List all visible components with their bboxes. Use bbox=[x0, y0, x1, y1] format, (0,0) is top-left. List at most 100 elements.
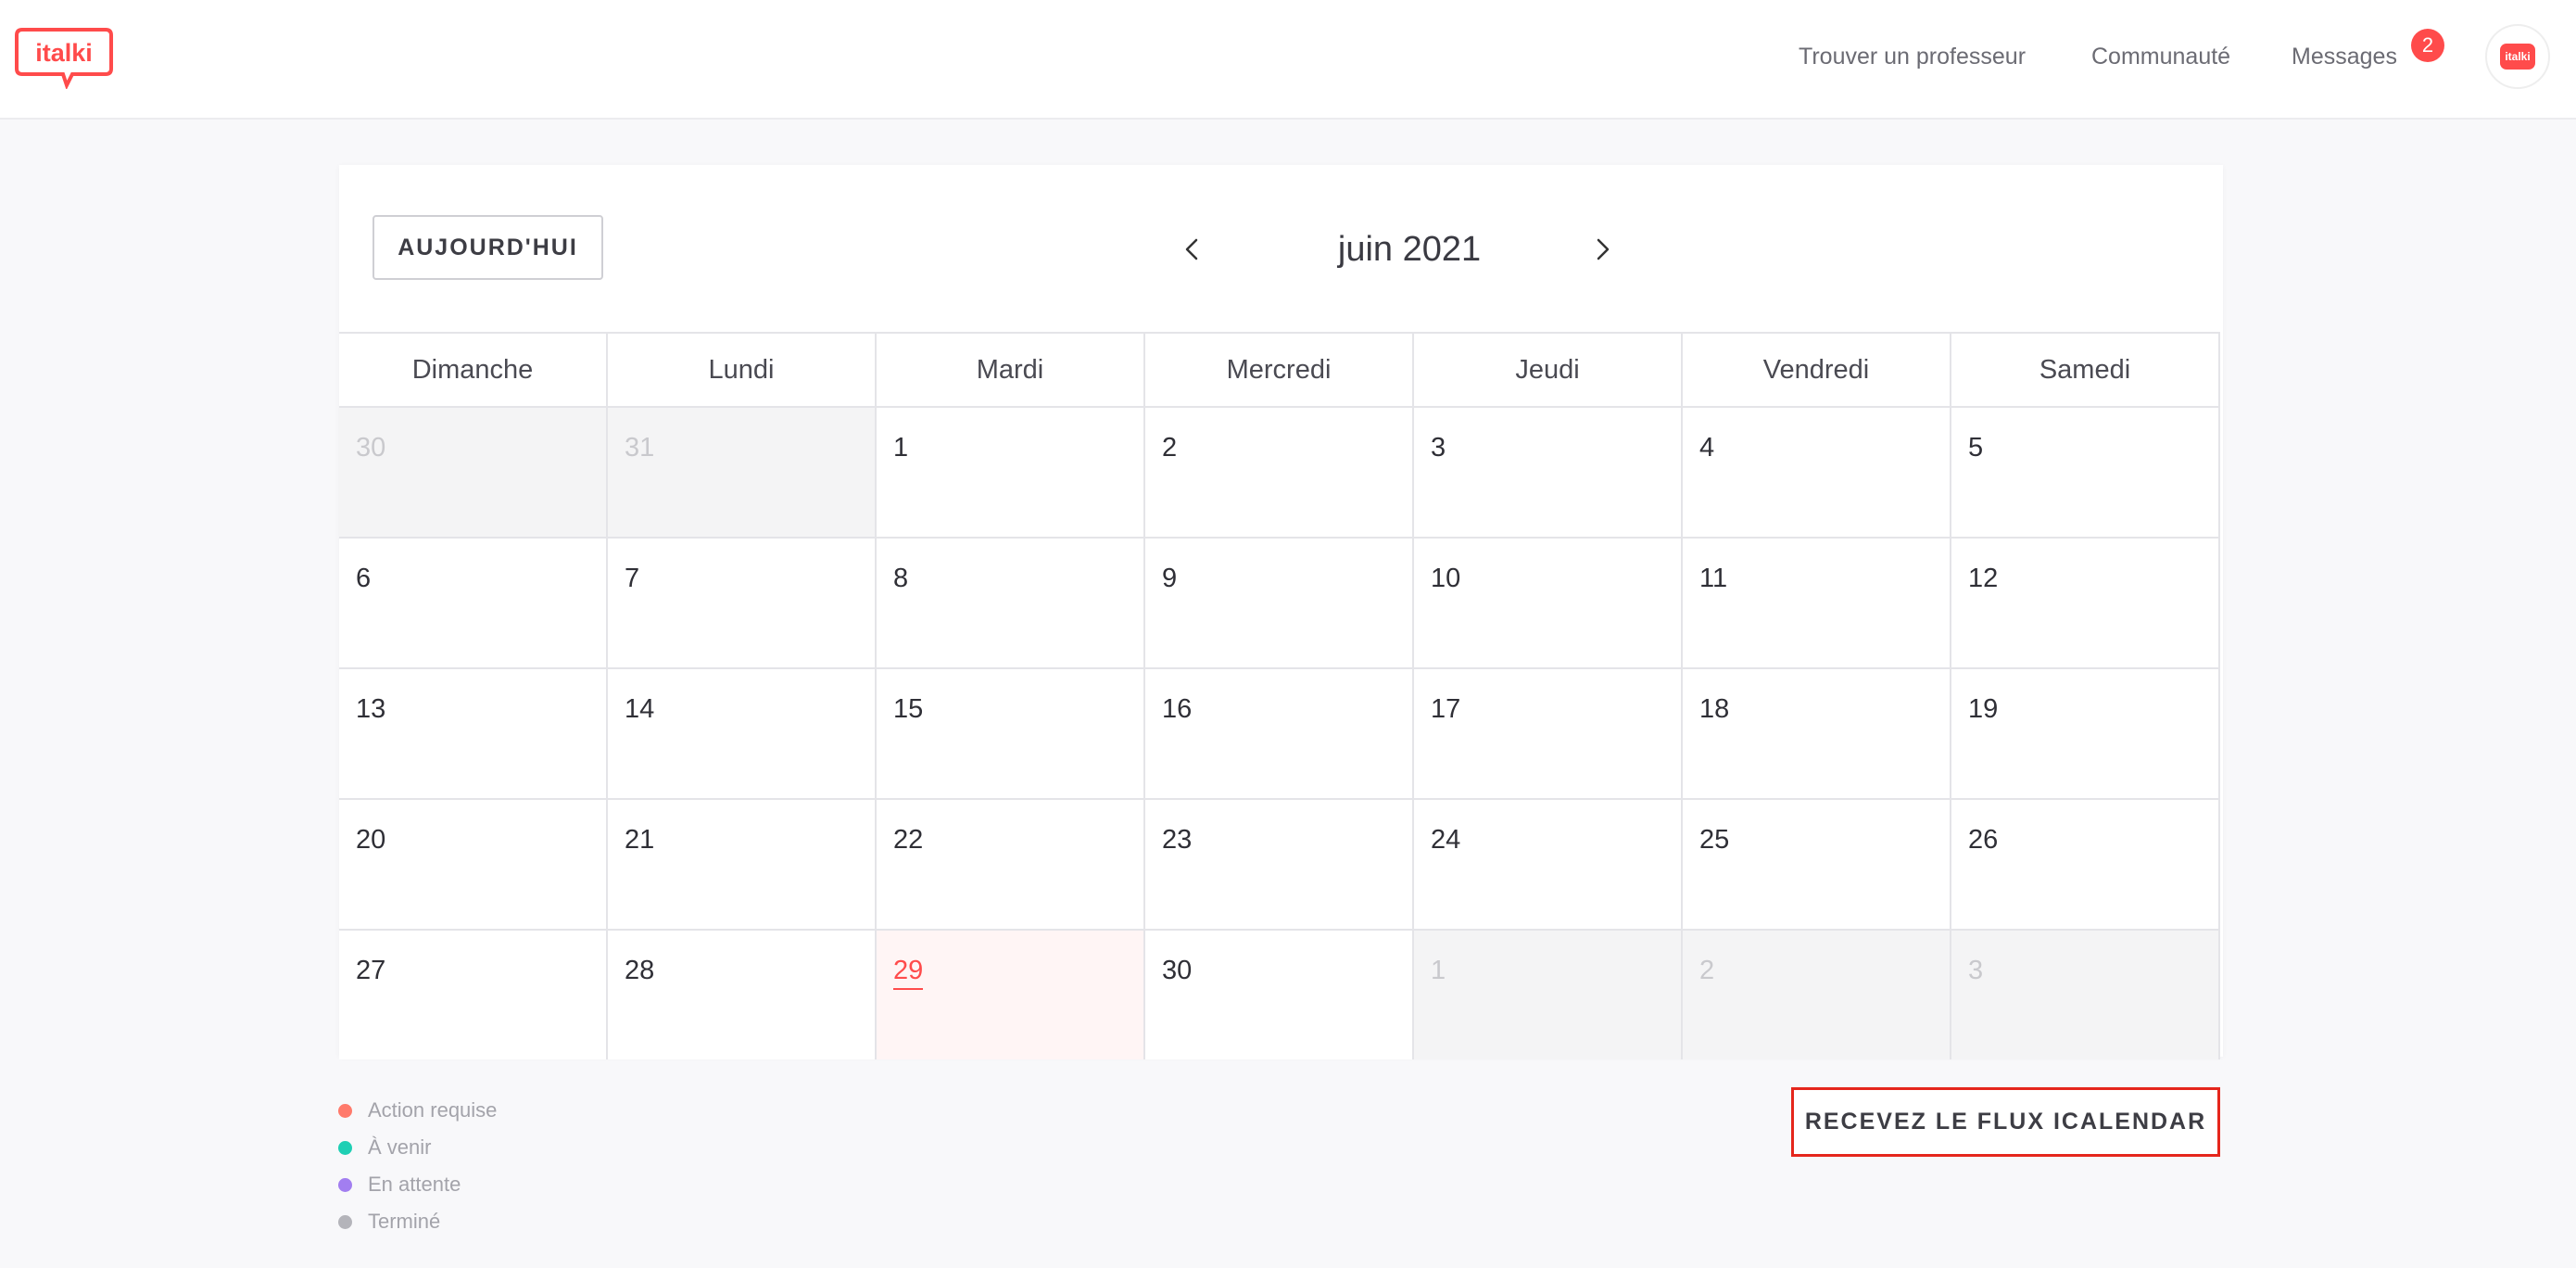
day-number: 11 bbox=[1699, 564, 1728, 593]
legend-label: À venir bbox=[368, 1135, 432, 1159]
day-number: 3 bbox=[1968, 956, 1984, 985]
calendar-day[interactable]: 3 bbox=[1414, 408, 1683, 537]
calendar-day[interactable]: 15 bbox=[877, 669, 1145, 798]
calendar-day[interactable]: 30 bbox=[339, 408, 608, 537]
day-number: 25 bbox=[1699, 825, 1730, 855]
calendar-day[interactable]: 2 bbox=[1145, 408, 1414, 537]
messages-count-badge: 2 bbox=[2411, 29, 2444, 62]
calendar-day[interactable]: 4 bbox=[1683, 408, 1951, 537]
calendar-day[interactable]: 17 bbox=[1414, 669, 1683, 798]
day-number: 6 bbox=[356, 564, 372, 593]
calendar-weeks: 30 31 1 2 3 4 5 6 7 8 9 10 11 12 13 14 15 16 17 18 19 20 21 22 2… bbox=[339, 408, 2220, 1059]
nav-find-teacher[interactable]: Trouver un professeur bbox=[1799, 41, 2026, 72]
day-number: 16 bbox=[1162, 694, 1193, 724]
calendar-day[interactable]: 20 bbox=[339, 800, 608, 929]
calendar-day[interactable]: 2 bbox=[1683, 931, 1951, 1059]
calendar-day[interactable]: 10 bbox=[1414, 539, 1683, 667]
nav-messages[interactable]: Messages bbox=[2292, 41, 2397, 72]
calendar-week-row: 6 7 8 9 10 11 12 bbox=[339, 539, 2220, 669]
calendar-day[interactable]: 31 bbox=[608, 408, 877, 537]
icalendar-feed-button[interactable]: RECEVEZ LE FLUX ICALENDAR bbox=[1791, 1087, 2220, 1157]
calendar-day[interactable]: 7 bbox=[608, 539, 877, 667]
nav-community[interactable]: Communauté bbox=[2091, 41, 2230, 72]
calendar-day[interactable]: 8 bbox=[877, 539, 1145, 667]
day-number: 4 bbox=[1699, 433, 1715, 463]
calendar-day[interactable]: 27 bbox=[339, 931, 608, 1059]
weekday-header: Lundi bbox=[608, 334, 877, 406]
month-title: juin 2021 bbox=[1337, 230, 1482, 269]
day-number: 5 bbox=[1968, 433, 1984, 463]
calendar-day[interactable]: 19 bbox=[1951, 669, 2220, 798]
status-legend: Action requise À venir En attente Terminé bbox=[338, 1092, 497, 1240]
day-number: 29 bbox=[893, 955, 924, 990]
calendar-day[interactable]: 5 bbox=[1951, 408, 2220, 537]
calendar-week-row: 20 21 22 23 24 25 26 bbox=[339, 800, 2220, 931]
calendar-day[interactable]: 25 bbox=[1683, 800, 1951, 929]
weekday-header: Dimanche bbox=[339, 334, 608, 406]
day-number: 19 bbox=[1968, 694, 1999, 724]
day-number: 30 bbox=[1162, 956, 1193, 985]
calendar-day[interactable]: 1 bbox=[877, 408, 1145, 537]
calendar-day-today[interactable]: 29 bbox=[877, 931, 1145, 1059]
weekday-header: Jeudi bbox=[1414, 334, 1683, 406]
calendar-day[interactable]: 30 bbox=[1145, 931, 1414, 1059]
weekday-header: Mardi bbox=[877, 334, 1145, 406]
calendar-day[interactable]: 6 bbox=[339, 539, 608, 667]
day-number: 21 bbox=[625, 825, 655, 855]
legend-item: En attente bbox=[338, 1166, 497, 1203]
day-number: 30 bbox=[356, 433, 386, 463]
day-number: 2 bbox=[1699, 956, 1715, 985]
calendar-day[interactable]: 12 bbox=[1951, 539, 2220, 667]
day-number: 18 bbox=[1699, 694, 1730, 724]
legend-dot-icon bbox=[338, 1141, 352, 1155]
day-number: 28 bbox=[625, 956, 655, 985]
day-number: 13 bbox=[356, 694, 386, 724]
calendar-grid: Dimanche Lundi Mardi Mercredi Jeudi Vend… bbox=[339, 332, 2220, 1059]
calendar-day[interactable]: 1 bbox=[1414, 931, 1683, 1059]
day-number: 3 bbox=[1431, 433, 1446, 463]
calendar-day[interactable]: 24 bbox=[1414, 800, 1683, 929]
italki-logo[interactable]: italki bbox=[13, 24, 115, 89]
calendar-day[interactable]: 3 bbox=[1951, 931, 2220, 1059]
weekday-header: Samedi bbox=[1951, 334, 2220, 406]
logo-text: italki bbox=[35, 39, 93, 67]
day-number: 9 bbox=[1162, 564, 1178, 593]
user-avatar[interactable]: italki bbox=[2485, 24, 2550, 89]
legend-label: Terminé bbox=[368, 1210, 441, 1233]
day-number: 31 bbox=[625, 433, 655, 463]
chevron-right-icon[interactable] bbox=[1588, 235, 1616, 263]
chevron-left-icon[interactable] bbox=[1179, 235, 1206, 263]
calendar-card: AUJOURD'HUI juin 2021 Dimanche Lundi Mar… bbox=[339, 165, 2223, 1059]
calendar-day[interactable]: 28 bbox=[608, 931, 877, 1059]
calendar-day[interactable]: 9 bbox=[1145, 539, 1414, 667]
top-header: italki Trouver un professeur Communauté … bbox=[0, 0, 2576, 120]
day-number: 23 bbox=[1162, 825, 1193, 855]
calendar-day[interactable]: 13 bbox=[339, 669, 608, 798]
day-number: 17 bbox=[1431, 694, 1461, 724]
calendar-day[interactable]: 11 bbox=[1683, 539, 1951, 667]
day-number: 12 bbox=[1968, 564, 1999, 593]
calendar-week-row: 30 31 1 2 3 4 5 bbox=[339, 408, 2220, 539]
calendar-day[interactable]: 14 bbox=[608, 669, 877, 798]
legend-label: Action requise bbox=[368, 1098, 498, 1122]
legend-dot-icon bbox=[338, 1178, 352, 1192]
legend-dot-icon bbox=[338, 1104, 352, 1118]
day-number: 22 bbox=[893, 825, 924, 855]
calendar-day[interactable]: 26 bbox=[1951, 800, 2220, 929]
calendar-week-row: 13 14 15 16 17 18 19 bbox=[339, 669, 2220, 800]
legend-item: À venir bbox=[338, 1129, 497, 1166]
calendar-day[interactable]: 23 bbox=[1145, 800, 1414, 929]
calendar-day[interactable]: 22 bbox=[877, 800, 1145, 929]
day-number: 24 bbox=[1431, 825, 1461, 855]
weekday-header-row: Dimanche Lundi Mardi Mercredi Jeudi Vend… bbox=[339, 334, 2220, 408]
day-number: 1 bbox=[1431, 956, 1446, 985]
day-number: 20 bbox=[356, 825, 386, 855]
day-number: 8 bbox=[893, 564, 909, 593]
day-number: 1 bbox=[893, 433, 909, 463]
calendar-day[interactable]: 16 bbox=[1145, 669, 1414, 798]
today-button[interactable]: AUJOURD'HUI bbox=[373, 215, 603, 280]
calendar-day[interactable]: 21 bbox=[608, 800, 877, 929]
calendar-day[interactable]: 18 bbox=[1683, 669, 1951, 798]
day-number: 7 bbox=[625, 564, 640, 593]
day-number: 10 bbox=[1431, 564, 1461, 593]
